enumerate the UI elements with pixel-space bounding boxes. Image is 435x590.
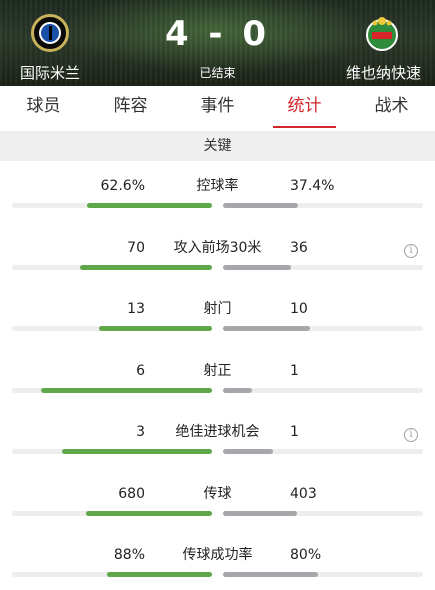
- away-bar-fill: [223, 572, 318, 577]
- away-bar-fill: [223, 388, 252, 393]
- match-score: 4 - 0: [164, 14, 271, 54]
- stat-label: 射门: [203, 301, 232, 317]
- stat-row: 680 传球 403: [0, 484, 435, 546]
- match-header: 国际米兰 4 - 0 已结束 维也纳快速: [0, 0, 435, 86]
- home-bar-fill: [41, 388, 212, 393]
- home-bar-track: [12, 203, 212, 208]
- away-bar-fill: [223, 326, 310, 331]
- home-bar-fill: [86, 511, 212, 516]
- tab-statistics[interactable]: 统计: [261, 86, 348, 130]
- away-bar-track: [223, 388, 423, 393]
- home-bar-track: [12, 449, 212, 454]
- tab-players[interactable]: 球员: [0, 86, 87, 130]
- stat-row: 13 射门 10: [0, 299, 435, 361]
- home-bar-fill: [62, 449, 212, 454]
- stat-label: 传球: [203, 486, 232, 502]
- tab-tactics[interactable]: 战术: [348, 86, 435, 130]
- info-icon[interactable]: i: [404, 244, 418, 258]
- stat-label: 绝佳进球机会: [175, 424, 260, 440]
- away-bar-track: [223, 572, 423, 577]
- home-bar-fill: [80, 265, 212, 270]
- tab-events[interactable]: 事件: [174, 86, 261, 130]
- away-team-name[interactable]: 维也纳快速: [346, 62, 421, 83]
- away-stat-value: 403: [290, 486, 317, 502]
- away-stat-value: 37.4%: [290, 178, 335, 194]
- stat-row: 6 射正 1: [0, 361, 435, 423]
- away-bar-fill: [223, 511, 297, 516]
- stat-row: 70 攻入前场30米 36 i: [0, 238, 435, 300]
- away-bar-track: [223, 203, 423, 208]
- section-header-key: 关键: [0, 131, 435, 161]
- stat-row: 62.6% 控球率 37.4%: [0, 176, 435, 238]
- home-bar-track: [12, 572, 212, 577]
- away-bar-track: [223, 326, 423, 331]
- home-bar-track: [12, 326, 212, 331]
- tab-bar: 球员 阵容 事件 统计 战术: [0, 86, 435, 130]
- stat-label: 传球成功率: [182, 547, 253, 563]
- away-bar-fill: [223, 265, 291, 270]
- away-stat-value: 1: [290, 363, 299, 379]
- away-stat-value: 36: [290, 240, 308, 256]
- stat-label: 射正: [203, 363, 232, 379]
- away-stat-value: 1: [290, 424, 299, 440]
- info-icon[interactable]: i: [404, 428, 418, 442]
- home-bar-track: [12, 388, 212, 393]
- tab-lineup[interactable]: 阵容: [87, 86, 174, 130]
- away-bar-track: [223, 511, 423, 516]
- away-bar-fill: [223, 449, 273, 454]
- home-bar-fill: [99, 326, 212, 331]
- away-stat-value: 10: [290, 301, 308, 317]
- away-bar-track: [223, 449, 423, 454]
- stat-label: 攻入前场30米: [173, 240, 262, 256]
- home-bar-track: [12, 511, 212, 516]
- home-bar-fill: [107, 572, 212, 577]
- home-bar-fill: [87, 203, 212, 208]
- stat-row: 88% 传球成功率 80%: [0, 545, 435, 590]
- home-bar-track: [12, 265, 212, 270]
- stat-label: 控球率: [196, 178, 239, 194]
- away-bar-fill: [223, 203, 298, 208]
- stat-row: 3 绝佳进球机会 1 i: [0, 422, 435, 484]
- away-bar-track: [223, 265, 423, 270]
- away-stat-value: 80%: [290, 547, 322, 563]
